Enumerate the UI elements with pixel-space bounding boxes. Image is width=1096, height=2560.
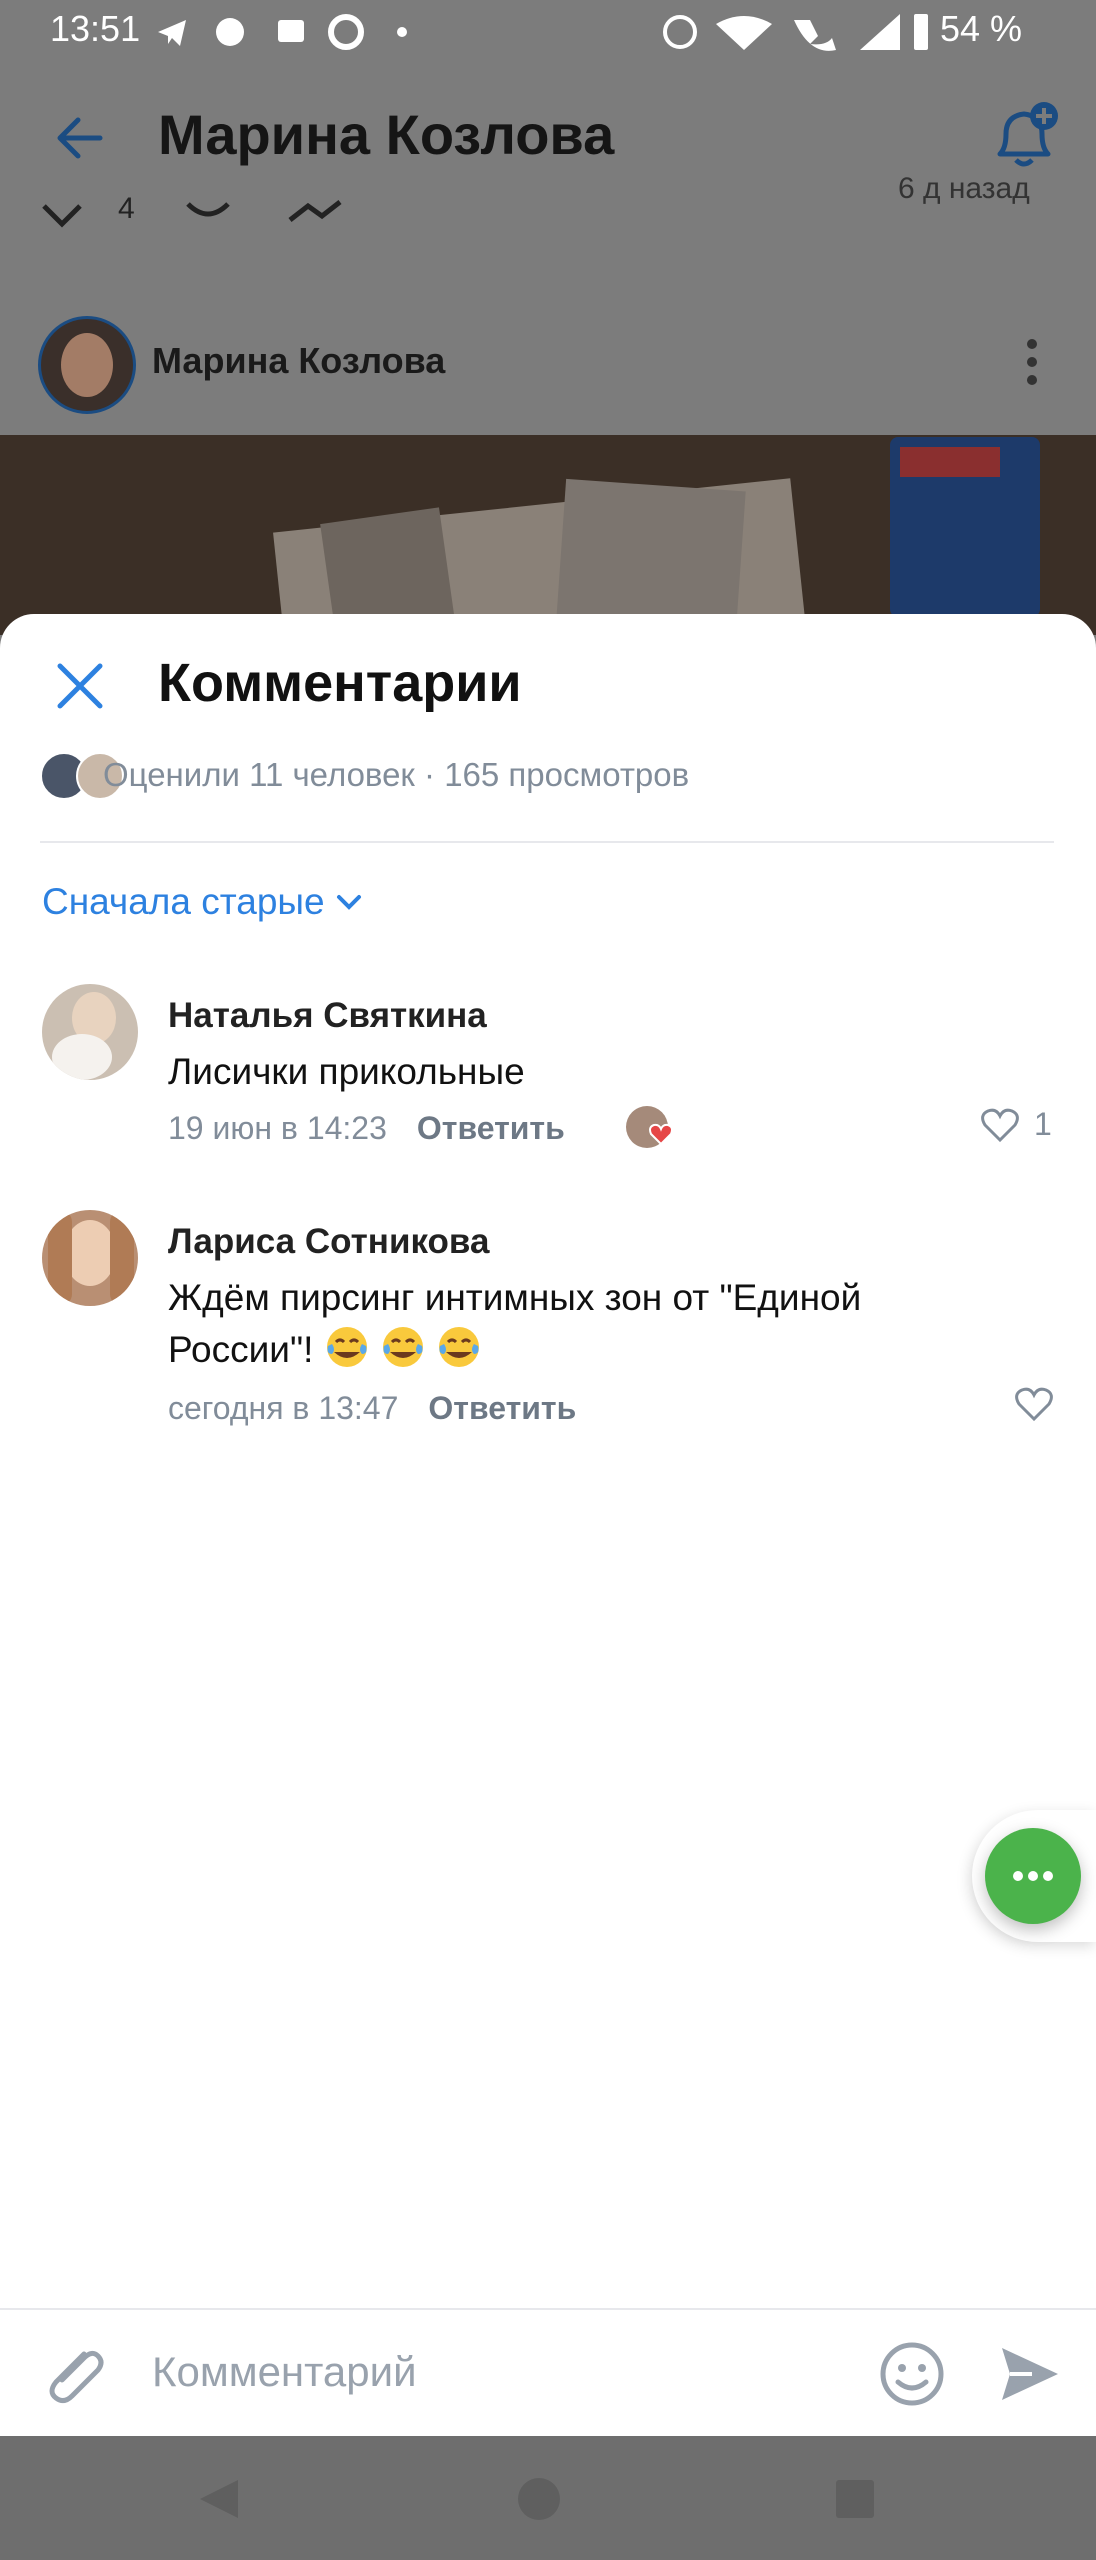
comment-composer: Комментарий <box>0 2308 1096 2438</box>
comment-meta: сегодня в 13:47 Ответить <box>168 1390 576 1427</box>
tears-of-joy-emoji-icon <box>438 1327 479 1367</box>
nav-back-icon[interactable] <box>196 2476 242 2522</box>
battery-percent: 54 % <box>940 8 1023 49</box>
reply-button[interactable]: Ответить <box>428 1390 576 1427</box>
comment-avatar[interactable] <box>42 1210 138 1306</box>
comment-like-count: 1 <box>1034 1106 1052 1142</box>
comment-like-button[interactable] <box>1014 1386 1054 1422</box>
comment-time: 19 июн в 14:23 <box>168 1110 387 1146</box>
chevron-down-icon <box>336 895 361 910</box>
notification-icons <box>158 14 407 50</box>
reply-button[interactable]: Ответить <box>417 1110 565 1147</box>
tears-of-joy-emoji-icon <box>326 1327 367 1367</box>
comment-author[interactable]: Лариса Сотникова <box>168 1222 489 1262</box>
post-reactions-count: 4 <box>118 192 135 225</box>
sort-order-button[interactable]: Сначала старые <box>42 872 363 932</box>
page-title: Марина Козлова <box>158 103 615 166</box>
comment-avatar[interactable] <box>42 984 138 1080</box>
more-horizontal-icon <box>1013 1871 1053 1881</box>
comment-text: Ждём пирсинг интимных зон от "Единой Рос… <box>168 1277 862 1370</box>
divider <box>40 841 1054 843</box>
comment-time: сегодня в 13:47 <box>168 1390 399 1426</box>
author-name[interactable]: Марина Козлова <box>152 340 445 382</box>
more-actions-button[interactable] <box>985 1828 1081 1924</box>
comment-text: Лисички прикольные <box>168 1051 525 1092</box>
emoji-icon[interactable] <box>878 2340 946 2408</box>
sort-order-label: Сначала старые <box>42 881 325 922</box>
comment-text-block: Ждём пирсинг интимных зон от "Единой Рос… <box>168 1272 998 1376</box>
heart-icon <box>1015 1387 1053 1422</box>
status-time: 13:51 <box>50 8 141 49</box>
comment-meta: 19 июн в 14:23 Ответить <box>168 1110 565 1147</box>
author-avatar[interactable] <box>38 316 136 414</box>
heart-badge-icon <box>649 1123 673 1146</box>
liker-avatar <box>626 1106 673 1148</box>
attachment-icon[interactable] <box>40 2340 106 2410</box>
system-status-icons <box>663 14 928 51</box>
comment-like-button[interactable]: 1 <box>980 1106 1052 1143</box>
likes-summary[interactable]: Оценили 11 человек · 165 просмотров <box>103 756 689 794</box>
nav-recents-icon[interactable] <box>834 2478 876 2520</box>
post-actions-icons <box>42 200 342 228</box>
comment-input[interactable]: Комментарий <box>152 2348 417 2396</box>
comments-sheet: Комментарии Оценили 11 человек · 165 про… <box>0 614 1096 2436</box>
sheet-title: Комментарии <box>158 653 522 713</box>
more-vertical-icon[interactable] <box>1020 338 1044 388</box>
comment-author[interactable]: Наталья Святкина <box>168 996 487 1036</box>
post-image[interactable] <box>0 435 1096 635</box>
nav-home-icon[interactable] <box>516 2476 562 2522</box>
back-arrow-icon[interactable] <box>48 106 112 170</box>
subscribe-bell-icon[interactable] <box>984 98 1064 178</box>
system-navigation-bar <box>0 2436 1096 2560</box>
post-preview: 4 6 д назад <box>0 172 1096 440</box>
post-time: 6 д назад <box>898 172 1030 205</box>
send-icon[interactable] <box>998 2342 1062 2406</box>
tears-of-joy-emoji-icon <box>382 1327 423 1367</box>
close-icon[interactable] <box>42 648 118 724</box>
status-bar: 13:51 54 % <box>0 0 1096 62</box>
heart-icon <box>981 1108 1019 1142</box>
